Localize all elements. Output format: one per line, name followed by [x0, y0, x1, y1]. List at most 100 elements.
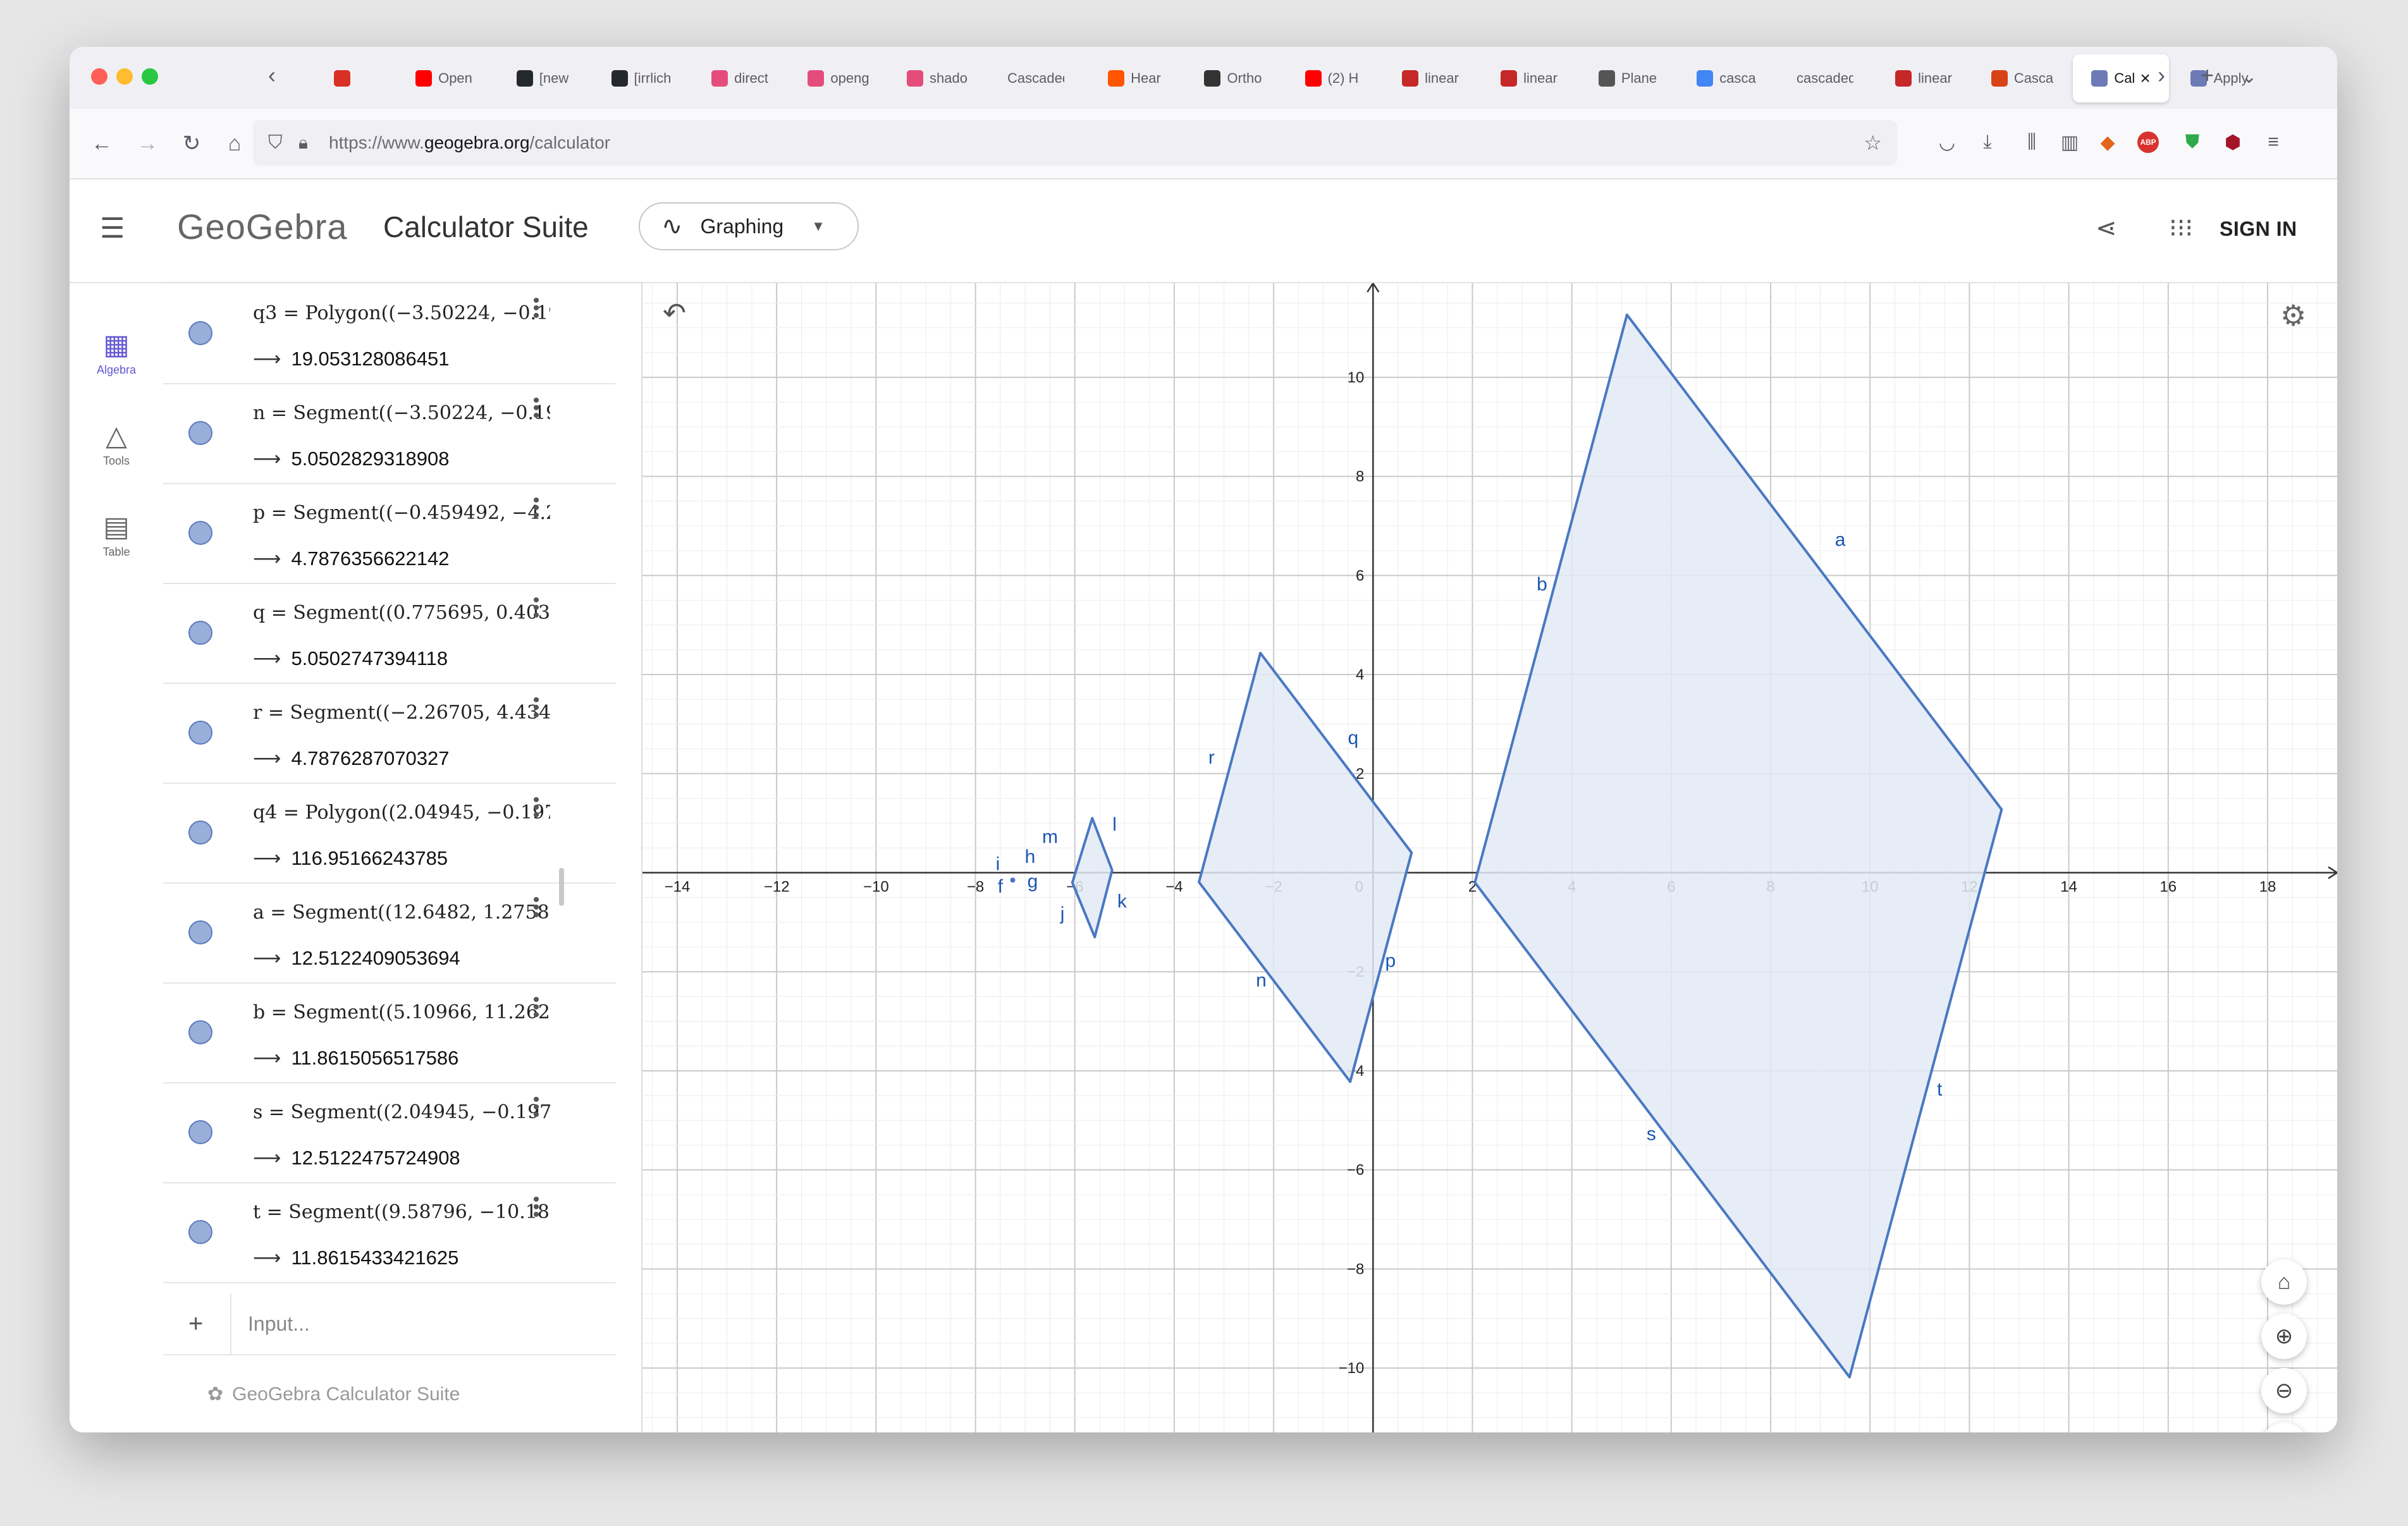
downloads-icon[interactable]: ⤓: [1973, 128, 2002, 157]
share-icon[interactable]: ⋖: [2096, 214, 2117, 243]
visibility-toggle[interactable]: [188, 920, 212, 944]
extension-color-icon[interactable]: ◆: [2093, 128, 2122, 157]
visibility-toggle[interactable]: [188, 321, 212, 345]
more-options-icon[interactable]: • • •: [530, 891, 543, 925]
forward-button[interactable]: →: [132, 128, 163, 159]
browser-tab[interactable]: Cascaded: [988, 54, 1084, 102]
algebra-input-placeholder[interactable]: Input...: [248, 1312, 310, 1336]
browser-tab[interactable]: linear: [1481, 54, 1577, 102]
more-options-icon[interactable]: • • •: [530, 391, 543, 425]
browser-tab[interactable]: casca: [1678, 54, 1774, 102]
object-definition[interactable]: q = Segment((0.775695, 0.40364: [253, 602, 550, 624]
sign-in-button[interactable]: SIGN IN: [2220, 217, 2297, 241]
visibility-toggle[interactable]: [188, 1020, 212, 1044]
more-options-icon[interactable]: • • •: [530, 291, 543, 326]
pocket-icon[interactable]: ◡: [1932, 128, 1962, 157]
back-button[interactable]: ←: [86, 128, 118, 159]
app-switcher-dropdown[interactable]: ∿ Graphing ▼: [639, 202, 859, 250]
hamburger-menu-icon[interactable]: ≡: [2259, 128, 2288, 157]
algebra-row[interactable]: a = Segment((12.6482, 1.27588) ⟶ 12.512240…: [163, 882, 616, 984]
bookmark-star-icon[interactable]: ☆: [1864, 131, 1882, 155]
rail-item-table[interactable]: ▤ Table: [70, 511, 163, 559]
browser-tab[interactable]: Open: [396, 54, 492, 102]
close-window-button[interactable]: [91, 68, 108, 85]
object-definition[interactable]: p = Segment((−0.459492, −4.22: [253, 502, 550, 524]
algebra-scrollbar[interactable]: [559, 868, 564, 906]
apps-grid-icon[interactable]: ⁝⁝⁝: [2169, 214, 2193, 243]
object-definition[interactable]: r = Segment((−2.26705, 4.4344: [253, 702, 550, 724]
algebra-row[interactable]: q = Segment((0.775695, 0.40364 ⟶ 5.0502747…: [163, 583, 616, 684]
more-options-icon[interactable]: • • •: [530, 1090, 543, 1125]
browser-tab[interactable]: (2) H: [1284, 54, 1380, 102]
object-definition[interactable]: s = Segment((2.04945, −0.1977: [253, 1101, 550, 1123]
object-definition[interactable]: n = Segment((−3.50224, −0.191: [253, 402, 550, 424]
browser-tab[interactable]: [new: [494, 54, 591, 102]
graphics-view[interactable]: −14−12−10−8−6−4−2024681012141618108642−2…: [642, 283, 2337, 1432]
rail-item-algebra[interactable]: ▦ Algebra: [70, 329, 163, 377]
more-options-icon[interactable]: • • •: [530, 991, 543, 1025]
visibility-toggle[interactable]: [188, 621, 212, 645]
browser-tab[interactable]: openg: [790, 54, 887, 102]
browser-tab[interactable]: linear: [1876, 54, 1972, 102]
algebra-input-row[interactable]: + Input...: [163, 1293, 616, 1355]
browser-tab[interactable]: Ortho: [1185, 54, 1281, 102]
visibility-toggle[interactable]: [188, 421, 212, 445]
object-definition[interactable]: q4 = Polygon((2.04945, −0.1977: [253, 802, 550, 824]
visibility-toggle[interactable]: [188, 821, 212, 845]
undo-icon[interactable]: ↶: [663, 297, 686, 329]
object-definition[interactable]: a = Segment((12.6482, 1.27588): [253, 901, 550, 924]
algebra-row[interactable]: n = Segment((−3.50224, −0.191 ⟶ 5.05028293…: [163, 383, 616, 484]
sidebar-icon[interactable]: ▥: [2055, 128, 2084, 157]
browser-tab[interactable]: cascaded_: [1777, 54, 1873, 102]
browser-tab[interactable]: Casca: [1974, 54, 2070, 102]
settings-gear-icon[interactable]: ⚙: [2280, 298, 2306, 333]
graph-canvas[interactable]: −14−12−10−8−6−4−2024681012141618108642−2…: [642, 283, 2337, 1432]
object-definition[interactable]: q3 = Polygon((−3.50224, −0.19: [253, 302, 550, 324]
algebra-row[interactable]: r = Segment((−2.26705, 4.4344 ⟶ 4.78762870…: [163, 683, 616, 784]
browser-tab[interactable]: Cal ×: [2073, 54, 2169, 102]
algebra-row[interactable]: q3 = Polygon((−3.50224, −0.19 ⟶ 19.0531280…: [163, 283, 616, 384]
browser-tab[interactable]: direct: [692, 54, 788, 102]
shield-extension-icon[interactable]: ⛊: [2178, 128, 2207, 157]
browser-tab[interactable]: Hear: [1086, 54, 1182, 102]
rail-item-tools[interactable]: △ Tools: [70, 420, 163, 468]
algebra-row[interactable]: b = Segment((5.10966, 11.2622) ⟶ 11.861505…: [163, 982, 616, 1083]
algebra-row[interactable]: p = Segment((−0.459492, −4.22 ⟶ 4.78763566…: [163, 483, 616, 584]
more-options-icon[interactable]: • • •: [530, 791, 543, 825]
zoom-in-button[interactable]: ⊕: [2261, 1314, 2307, 1359]
reload-button[interactable]: ↻: [176, 128, 207, 159]
main-menu-icon[interactable]: ☰: [100, 212, 125, 245]
list-all-tabs-icon[interactable]: ⌄: [2241, 66, 2257, 88]
more-options-icon[interactable]: • • •: [530, 591, 543, 625]
library-icon[interactable]: ⫼: [2017, 128, 2046, 157]
more-options-icon[interactable]: • • •: [530, 491, 543, 525]
home-view-button[interactable]: ⌂: [2261, 1259, 2307, 1305]
zoom-out-button[interactable]: ⊖: [2261, 1368, 2307, 1413]
zoom-window-button[interactable]: [142, 68, 158, 85]
visibility-toggle[interactable]: [188, 521, 212, 545]
url-text[interactable]: https://www.geogebra.org/calculator: [329, 133, 610, 153]
more-options-icon[interactable]: • • •: [530, 691, 543, 725]
new-tab-button[interactable]: +: [2201, 62, 2214, 89]
algebra-row[interactable]: t = Segment((9.58796, −10.184 ⟶ 11.8615433…: [163, 1182, 616, 1283]
object-definition[interactable]: t = Segment((9.58796, −10.184: [253, 1201, 550, 1223]
browser-tab[interactable]: Plane: [1580, 54, 1676, 102]
shield-icon[interactable]: ⛉: [268, 132, 283, 154]
browser-tab[interactable]: [irrlich: [593, 54, 689, 102]
adblock-icon[interactable]: ABP: [2134, 128, 2163, 157]
browser-tab[interactable]: shado: [889, 54, 985, 102]
algebra-row[interactable]: q4 = Polygon((2.04945, −0.1977 ⟶ 116.95166…: [163, 783, 616, 884]
more-options-icon[interactable]: • • •: [530, 1190, 543, 1224]
visibility-toggle[interactable]: [188, 1220, 212, 1244]
minimize-window-button[interactable]: [116, 68, 133, 85]
browser-tab[interactable]: [297, 54, 393, 102]
browser-tab[interactable]: linear: [1382, 54, 1478, 102]
add-icon[interactable]: +: [188, 1310, 203, 1338]
lock-icon[interactable]: 🔒︎: [298, 133, 308, 154]
tab-scroll-right-icon[interactable]: ›: [2158, 62, 2165, 89]
url-bar[interactable]: ⛉ 🔒︎ https://www.geogebra.org/calculator…: [253, 120, 1897, 166]
tab-scroll-left-icon[interactable]: ‹: [268, 62, 276, 89]
close-tab-icon[interactable]: ×: [2140, 68, 2150, 89]
object-definition[interactable]: b = Segment((5.10966, 11.2622): [253, 1001, 550, 1023]
ublock-icon[interactable]: ⬢: [2218, 128, 2247, 157]
